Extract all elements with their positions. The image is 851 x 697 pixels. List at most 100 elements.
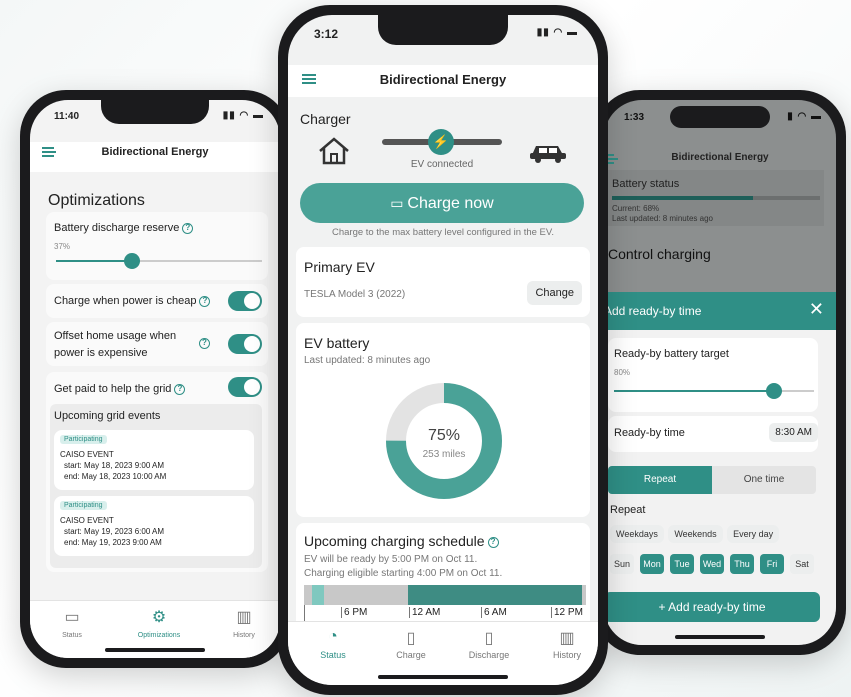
- gear-icon: ⚙: [151, 609, 167, 626]
- time-label: Ready-by time: [614, 427, 685, 439]
- tick-label: 12 PM: [551, 607, 583, 618]
- timeline-current: [312, 585, 324, 605]
- one-time-tab[interactable]: One time: [712, 466, 816, 494]
- cheap-row: Charge when power is cheap?: [46, 284, 268, 318]
- app-title: Bidirectional Energy: [671, 152, 769, 163]
- day-thu[interactable]: Thu: [730, 554, 754, 574]
- tab-status[interactable]: ▭ Status: [42, 607, 102, 639]
- offset-toggle[interactable]: [228, 334, 262, 354]
- tab-label: Discharge: [468, 650, 510, 660]
- right-phone-screen: 1:33 ▮ ◠ ▬ Bidirectional Energy Battery …: [604, 100, 836, 645]
- battery-status-fill: [612, 196, 753, 200]
- day-mon[interactable]: Mon: [640, 554, 664, 574]
- notch: [378, 15, 508, 45]
- ready-by-modal: Add ready-by time ✕ Ready-by battery tar…: [604, 292, 836, 645]
- event-end: end: May 19, 2023 9:00 AM: [64, 538, 162, 547]
- event-name: CAISO EVENT: [60, 516, 114, 525]
- day-tue[interactable]: Tue: [670, 554, 694, 574]
- tab-history[interactable]: ▥ History: [532, 628, 598, 660]
- home-indicator: [105, 648, 205, 652]
- menu-icon[interactable]: [302, 74, 316, 84]
- signal-icons: ▮▮ ◠ ▬: [536, 27, 578, 38]
- schedule-title: Upcoming charging schedule: [304, 533, 485, 549]
- event-name: CAISO EVENT: [60, 450, 114, 459]
- time-card: Ready-by time 8:30 AM: [608, 416, 818, 452]
- signal-icons: ▮ ◠ ▬: [787, 111, 822, 122]
- status-time: 1:33: [624, 112, 645, 123]
- add-ready-by-button[interactable]: + Add ready-by time: [604, 592, 820, 622]
- battery-current: Current: 68%: [612, 204, 660, 213]
- tab-status[interactable]: ◔ Status: [298, 628, 368, 660]
- help-icon[interactable]: ?: [487, 536, 499, 548]
- grid-label: Get paid to help the grid: [54, 383, 172, 395]
- battery-status-bar: [612, 196, 820, 200]
- discharge-slider-knob[interactable]: [124, 253, 140, 269]
- discharge-slider[interactable]: [56, 253, 262, 269]
- target-card: Ready-by battery target 80%: [608, 338, 818, 412]
- offset-label-1: Offset home usage when: [54, 330, 177, 342]
- close-icon[interactable]: ✕: [809, 299, 824, 320]
- tab-label: Charge: [396, 650, 426, 660]
- repeat-label: Repeat: [610, 504, 646, 516]
- car-icon: [528, 141, 568, 168]
- tab-label: Optimizations: [137, 632, 181, 639]
- charge-note: Charge to the max battery level configur…: [332, 227, 554, 238]
- preset-weekdays[interactable]: Weekdays: [610, 525, 664, 543]
- left-phone-screen: 11:40 ▮▮ ◠ ▬ Bidirectional Energy Optimi…: [30, 100, 280, 658]
- help-icon[interactable]: ?: [199, 338, 210, 349]
- middle-phone: 3:12 ▮▮ ◠ ▬ Bidirectional Energy Charger…: [278, 5, 608, 695]
- ev-model: TESLA Model 3 (2022): [304, 289, 406, 300]
- target-slider-knob[interactable]: [766, 383, 782, 399]
- bar-chart-icon: ▥: [236, 609, 252, 626]
- day-sat[interactable]: Sat: [790, 554, 814, 574]
- tab-discharge[interactable]: ▯ Discharge: [454, 628, 524, 660]
- tab-label: Status: [62, 632, 82, 639]
- offset-label-2: power is expensive: [54, 347, 148, 359]
- notch: [670, 106, 770, 128]
- charge-now-button[interactable]: ▭ Charge now: [300, 183, 584, 223]
- change-button[interactable]: Change: [527, 281, 582, 305]
- charger-title: Charger: [300, 111, 351, 127]
- day-sun[interactable]: Sun: [610, 554, 634, 574]
- cheap-toggle[interactable]: [228, 291, 262, 311]
- house-icon: [318, 137, 350, 170]
- schedule-card: Upcoming charging schedule? EV will be r…: [296, 523, 590, 633]
- timeline-ticks: 6 PM 12 AM 6 AM 12 PM: [304, 605, 586, 621]
- grid-toggle[interactable]: [228, 377, 262, 397]
- preset-every-day[interactable]: Every day: [727, 525, 780, 543]
- right-phone: 1:33 ▮ ◠ ▬ Bidirectional Energy Battery …: [594, 90, 846, 655]
- menu-icon[interactable]: [42, 147, 56, 157]
- preset-weekends[interactable]: Weekends: [668, 525, 723, 543]
- event-card[interactable]: Participating CAISO EVENT start: May 18,…: [54, 430, 254, 490]
- battery-icon: ▭: [64, 609, 80, 626]
- battery-updated: Last updated: 8 minutes ago: [304, 355, 431, 366]
- tab-label: History: [233, 632, 255, 639]
- battery-title: EV battery: [304, 335, 370, 351]
- day-fri[interactable]: Fri: [760, 554, 784, 574]
- help-icon[interactable]: ?: [199, 295, 211, 307]
- target-slider[interactable]: [614, 383, 814, 399]
- day-wed[interactable]: Wed: [700, 554, 724, 574]
- event-start: start: May 19, 2023 6:00 AM: [64, 527, 165, 536]
- tab-history[interactable]: ▥ History: [214, 607, 274, 639]
- discharge-slider-fill: [56, 260, 132, 262]
- home-indicator: [675, 635, 765, 639]
- primary-ev-card: Primary EV TESLA Model 3 (2022) Change: [296, 247, 590, 317]
- notch: [101, 100, 209, 124]
- discharge-icon: ▯: [484, 630, 494, 647]
- event-end: end: May 18, 2023 10:00 AM: [64, 472, 167, 481]
- tab-optimizations[interactable]: ⚙ Optimizations: [125, 607, 193, 639]
- help-icon[interactable]: ?: [182, 222, 194, 234]
- tick-label: 12 AM: [409, 607, 440, 618]
- tick-label: 6 AM: [481, 607, 507, 618]
- time-value[interactable]: 8:30 AM: [769, 423, 818, 442]
- tab-charge[interactable]: ▯ Charge: [376, 628, 446, 660]
- tab-label: History: [552, 650, 581, 660]
- charge-now-label: Charge now: [407, 195, 494, 212]
- help-icon[interactable]: ?: [174, 383, 186, 395]
- schedule-line2: Charging eligible starting 4:00 PM on Oc…: [304, 568, 503, 579]
- event-card[interactable]: Participating CAISO EVENT start: May 19,…: [54, 496, 254, 556]
- repeat-tab[interactable]: Repeat: [608, 466, 712, 494]
- battery-status-card: Battery status Current: 68% Last updated…: [604, 170, 824, 226]
- left-phone: 11:40 ▮▮ ◠ ▬ Bidirectional Energy Optimi…: [20, 90, 290, 668]
